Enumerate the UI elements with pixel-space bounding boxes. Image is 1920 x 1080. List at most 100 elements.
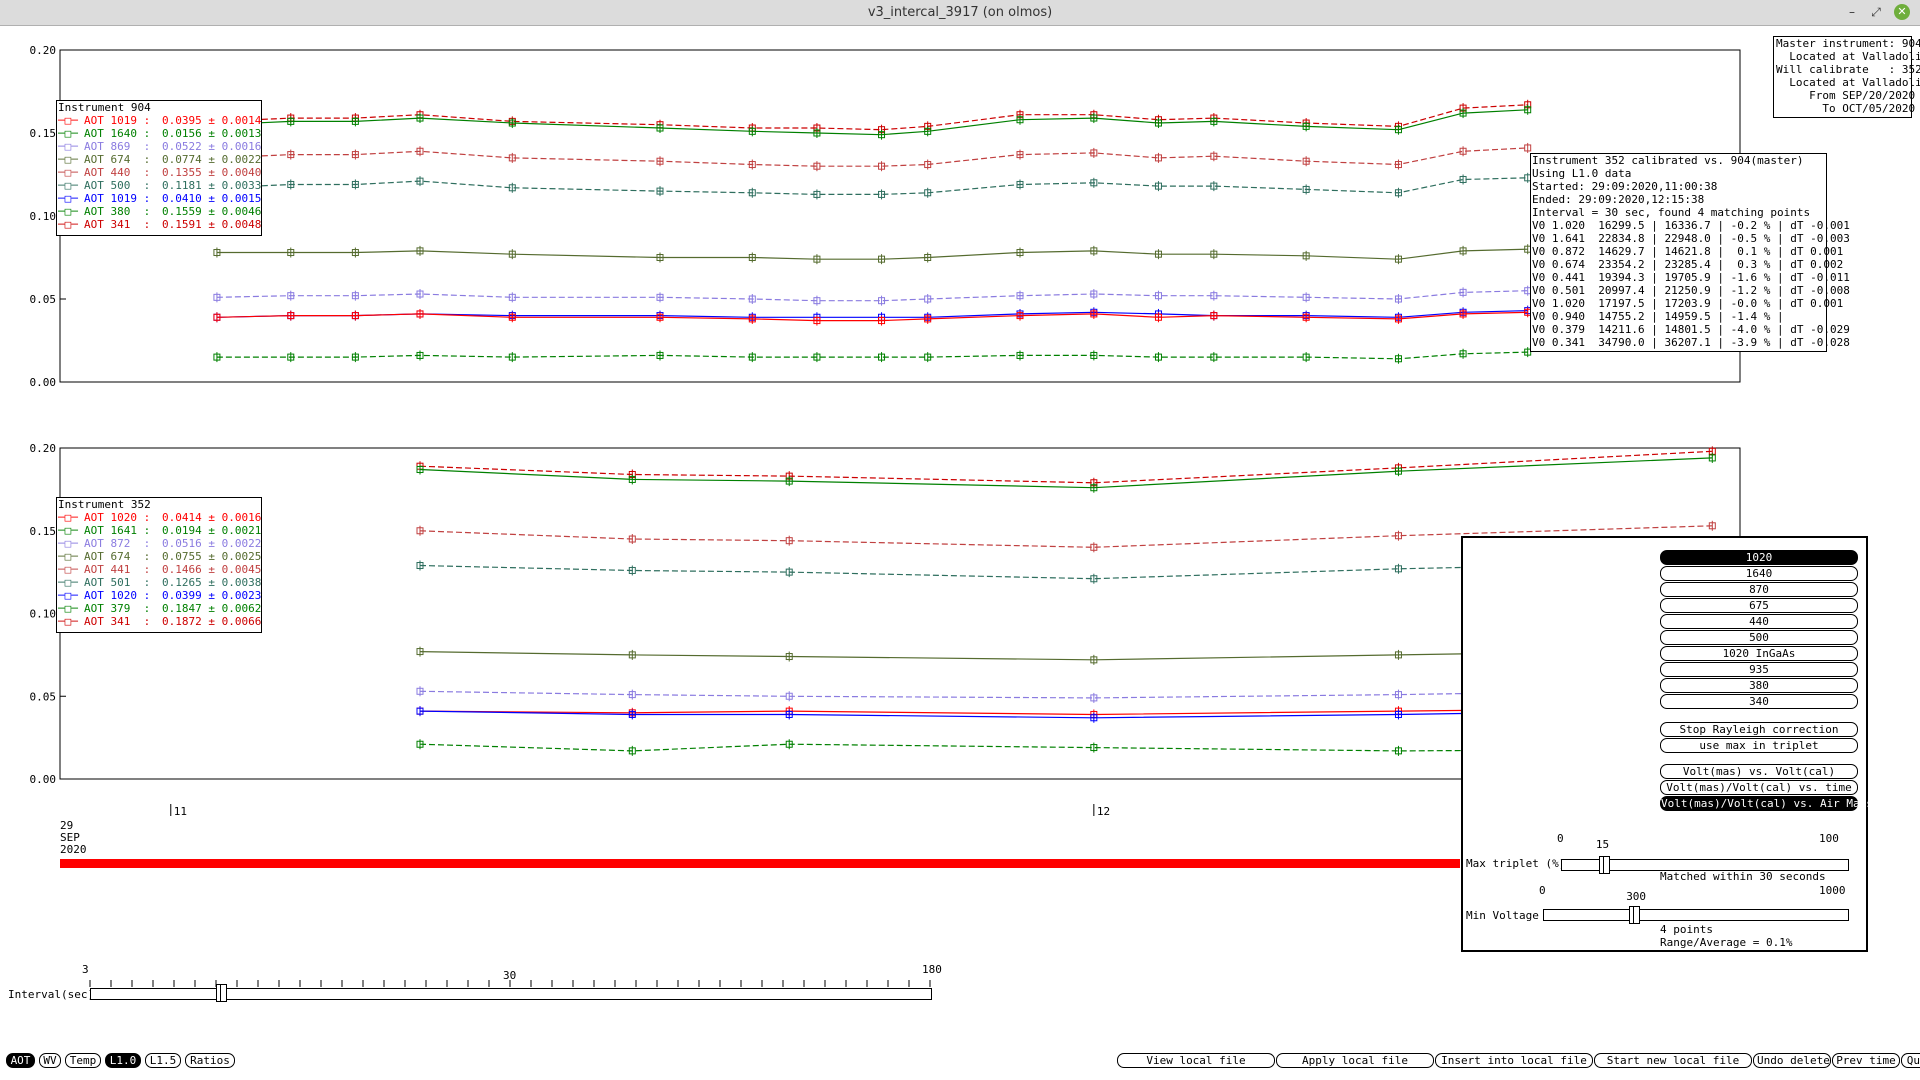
max-triplet-slider-min: 0 — [1557, 832, 1564, 845]
toggle-wv[interactable]: WV — [39, 1053, 61, 1068]
wavelength-button-935[interactable]: 935 — [1660, 662, 1858, 677]
calibration-info-line: V0 0.501 20997.4 | 21250.9 | -1.2 % | dT… — [1532, 284, 1850, 297]
y-tick-label: 0.20 — [30, 44, 57, 57]
legend-label: AOT 872 : — [84, 537, 151, 550]
wavelength-button-500[interactable]: 500 — [1660, 630, 1858, 645]
toggle-temp[interactable]: Temp — [65, 1053, 101, 1068]
time-tick-label: 11 — [174, 805, 187, 818]
calibration-info-line: V0 1.020 17197.5 | 17203.9 | -0.0 % | dT… — [1532, 297, 1844, 310]
legend-marker-icon: ─□─ — [58, 192, 78, 205]
wavelength-button-1020-ingaas[interactable]: 1020 InGaAs — [1660, 646, 1858, 661]
legend-value: 0.0516 ± 0.0022 — [162, 537, 262, 550]
master-info-line: Located at Valladolid — [1776, 50, 1920, 63]
legend-value: 0.1181 ± 0.0033 — [162, 179, 262, 192]
legend-label: AOT 1019 : — [84, 114, 151, 127]
minimize-icon[interactable]: – — [1844, 4, 1860, 20]
wavelength-button-440[interactable]: 440 — [1660, 614, 1858, 629]
legend-label: AOT 674 : — [84, 550, 151, 563]
legend-marker-icon: ─□─ — [58, 114, 78, 127]
calibration-info-line: Ended: 29:09:2020,12:15:38 — [1532, 193, 1705, 206]
toggle-ratios[interactable]: Ratios — [185, 1053, 235, 1068]
min-voltage-slider-mid: 300 — [1626, 890, 1647, 903]
max-triplet-slider-max: 100 — [1819, 832, 1839, 845]
master-info-line: From SEP/20/2020 — [1776, 89, 1916, 102]
undo-delete-button[interactable]: Undo delete — [1753, 1053, 1831, 1068]
window-title: v3_intercal_3917 (on olmos) — [867, 5, 1053, 20]
min-voltage-status-range: Range/Average = 0.1% — [1660, 936, 1793, 949]
legend-marker-icon: ─□─ — [58, 602, 78, 615]
legend-marker-icon: ─□─ — [58, 140, 78, 153]
master-info-line: To OCT/05/2020 — [1776, 102, 1916, 115]
wavelength-button-340[interactable]: 340 — [1660, 694, 1858, 709]
option-button[interactable]: Stop Rayleigh correction — [1660, 722, 1858, 737]
legend-label: AOT 1020 : — [84, 589, 151, 602]
legend-value: 0.0410 ± 0.0015 — [162, 192, 262, 205]
wavelength-button-1640[interactable]: 1640 — [1660, 566, 1858, 581]
prev-time-button[interactable]: Prev time — [1832, 1053, 1900, 1068]
y-tick-label: 0.00 — [30, 773, 57, 786]
interval-slider-handle[interactable] — [216, 984, 227, 1002]
calibration-info-line: V0 0.940 14755.2 | 14959.5 | -1.4 % | — [1532, 310, 1784, 323]
insert-into-local-file-button[interactable]: Insert into local file — [1435, 1053, 1593, 1068]
legend-title: Instrument 904 — [58, 101, 151, 114]
wavelength-button-380[interactable]: 380 — [1660, 678, 1858, 693]
min-voltage-slider-max: 1000 — [1819, 884, 1846, 897]
y-tick-label: 0.10 — [30, 608, 57, 621]
legend-marker-icon: ─□─ — [58, 563, 78, 576]
option-button[interactable]: use max in triplet — [1660, 738, 1858, 753]
plot-mode-button[interactable]: Volt(mas) vs. Volt(cal) — [1660, 764, 1858, 779]
legend-label: AOT 341 : — [84, 218, 151, 231]
quit-button[interactable]: Quit — [1901, 1053, 1920, 1068]
legend-label: AOT 674 : — [84, 153, 151, 166]
legend-label: AOT 1640 : — [84, 127, 151, 140]
calibration-info-line: V0 0.379 14211.6 | 14801.5 | -4.0 % | dT… — [1532, 323, 1850, 336]
legend-value: 0.1355 ± 0.0040 — [162, 166, 262, 179]
legend-label: AOT 1641 : — [84, 524, 151, 537]
date-label: 2020 — [60, 843, 87, 856]
wavelength-button-870[interactable]: 870 — [1660, 582, 1858, 597]
legend-label: AOT 500 : — [84, 179, 151, 192]
min-voltage-slider-track[interactable] — [1543, 909, 1849, 921]
interval-slider-max: 180 — [922, 963, 942, 976]
view-local-file-button[interactable]: View local file — [1117, 1053, 1275, 1068]
legend-label: AOT 379 : — [84, 602, 151, 615]
wavelength-button-1020[interactable]: 1020 — [1660, 550, 1858, 565]
toggle-l10[interactable]: L1.0 — [105, 1053, 141, 1068]
max-triplet-slider-handle[interactable] — [1598, 856, 1610, 874]
wavelength-button-675[interactable]: 675 — [1660, 598, 1858, 613]
legend-marker-icon: ─□─ — [58, 576, 78, 589]
calibration-info-line: V0 0.441 19394.3 | 19705.9 | -1.6 % | dT… — [1532, 271, 1850, 284]
series-line-aot-380 — [216, 109, 1528, 136]
legend-marker-icon: ─□─ — [58, 589, 78, 602]
title-bar: v3_intercal_3917 (on olmos) – ⤢ ✕ — [0, 0, 1920, 26]
calibration-info-line: V0 1.641 22834.8 | 22948.0 | -0.5 % | dT… — [1532, 232, 1850, 245]
start-new-local-file-button[interactable]: Start new local file — [1594, 1053, 1752, 1068]
legend-marker-icon: ─□─ — [58, 179, 78, 192]
legend-value: 0.0395 ± 0.0014 — [162, 114, 262, 127]
legend-title: Instrument 352 — [58, 498, 151, 511]
legend-value: 0.1591 ± 0.0048 — [162, 218, 262, 231]
legend-marker-icon: ─□─ — [58, 205, 78, 218]
min-voltage-slider-handle[interactable] — [1629, 906, 1641, 924]
maximize-icon[interactable]: ⤢ — [1868, 4, 1884, 20]
calibration-info-line: Using L1.0 data — [1532, 167, 1632, 180]
min-voltage-slider-label: Min Voltage — [1466, 909, 1539, 922]
y-tick-label: 0.20 — [30, 442, 57, 455]
plot-mode-button[interactable]: Volt(mas)/Volt(cal) vs. time — [1660, 780, 1858, 795]
interval-slider-min: 3 — [82, 963, 89, 976]
toggle-aot[interactable]: AOT — [6, 1053, 35, 1068]
min-voltage-status: 4 points — [1660, 923, 1713, 936]
legend-value: 0.0774 ± 0.0022 — [162, 153, 262, 166]
max-triplet-status: Matched within 30 seconds — [1660, 870, 1826, 883]
legend-marker-icon: ─□─ — [58, 166, 78, 179]
legend-label: AOT 869 : — [84, 140, 151, 153]
legend-value: 0.1466 ± 0.0045 — [162, 563, 262, 576]
toggle-l15[interactable]: L1.5 — [145, 1053, 181, 1068]
legend-marker-icon: ─□─ — [58, 537, 78, 550]
plot-mode-button[interactable]: Volt(mas)/Volt(cal) vs. Air Mass — [1660, 796, 1873, 811]
legend-label: AOT 501 : — [84, 576, 151, 589]
legend-value: 0.0156 ± 0.0013 — [162, 127, 262, 140]
close-icon[interactable]: ✕ — [1894, 4, 1910, 20]
apply-local-file-button[interactable]: Apply local file — [1276, 1053, 1434, 1068]
legend-value: 0.0522 ± 0.0016 — [162, 140, 262, 153]
